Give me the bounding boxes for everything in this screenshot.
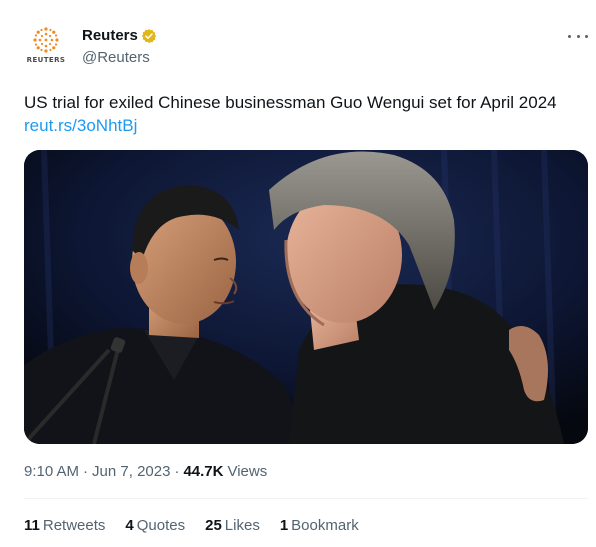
bookmark-stat[interactable]: 1 Bookmark — [280, 517, 359, 534]
likes-stat[interactable]: 25 Likes — [205, 517, 260, 534]
retweets-stat[interactable]: 11 Retweets — [24, 517, 105, 534]
photo-illustration — [24, 150, 588, 444]
tweet-meta: 9:10 AM · Jun 7, 2023 · 44.7K Views — [24, 463, 267, 480]
bookmark-label: Bookmark — [291, 517, 359, 534]
meta-separator: · — [174, 463, 180, 480]
divider — [24, 498, 588, 499]
likes-label: Likes — [224, 517, 260, 534]
retweets-count: 11 — [24, 517, 40, 534]
retweets-label: Retweets — [42, 517, 106, 534]
display-name[interactable]: Reuters — [82, 27, 138, 44]
likes-count: 25 — [205, 517, 222, 534]
tweet-card: REUTERS Reuters @Reuters US trial for ex… — [0, 0, 596, 547]
gold-verified-check-icon — [141, 28, 157, 43]
engagement-stats: 11 Retweets 4 Quotes 25 Likes 1 Bookmark — [24, 517, 379, 534]
quotes-count: 4 — [125, 517, 134, 534]
reuters-logo-icon — [32, 26, 60, 54]
views-label: Views — [227, 463, 268, 480]
quotes-label: Quotes — [136, 517, 186, 534]
display-name-row[interactable]: Reuters — [82, 27, 157, 44]
user-handle[interactable]: @Reuters — [82, 49, 150, 66]
avatar-wordmark: REUTERS — [26, 56, 66, 64]
tweet-text: US trial for exiled Chinese businessman … — [24, 93, 557, 112]
tweet-date[interactable]: Jun 7, 2023 — [92, 463, 170, 480]
views-count: 44.7K — [183, 463, 224, 480]
tweet-photo[interactable] — [24, 150, 588, 444]
more-horizontal-icon[interactable] — [568, 28, 588, 44]
tweet-time[interactable]: 9:10 AM — [24, 463, 79, 480]
reuters-avatar[interactable]: REUTERS — [24, 22, 68, 66]
tweet-link[interactable]: reut.rs/3oNhtBj — [24, 115, 137, 137]
meta-separator: · — [83, 463, 89, 480]
bookmark-count: 1 — [279, 517, 289, 534]
quotes-stat[interactable]: 4 Quotes — [125, 517, 185, 534]
